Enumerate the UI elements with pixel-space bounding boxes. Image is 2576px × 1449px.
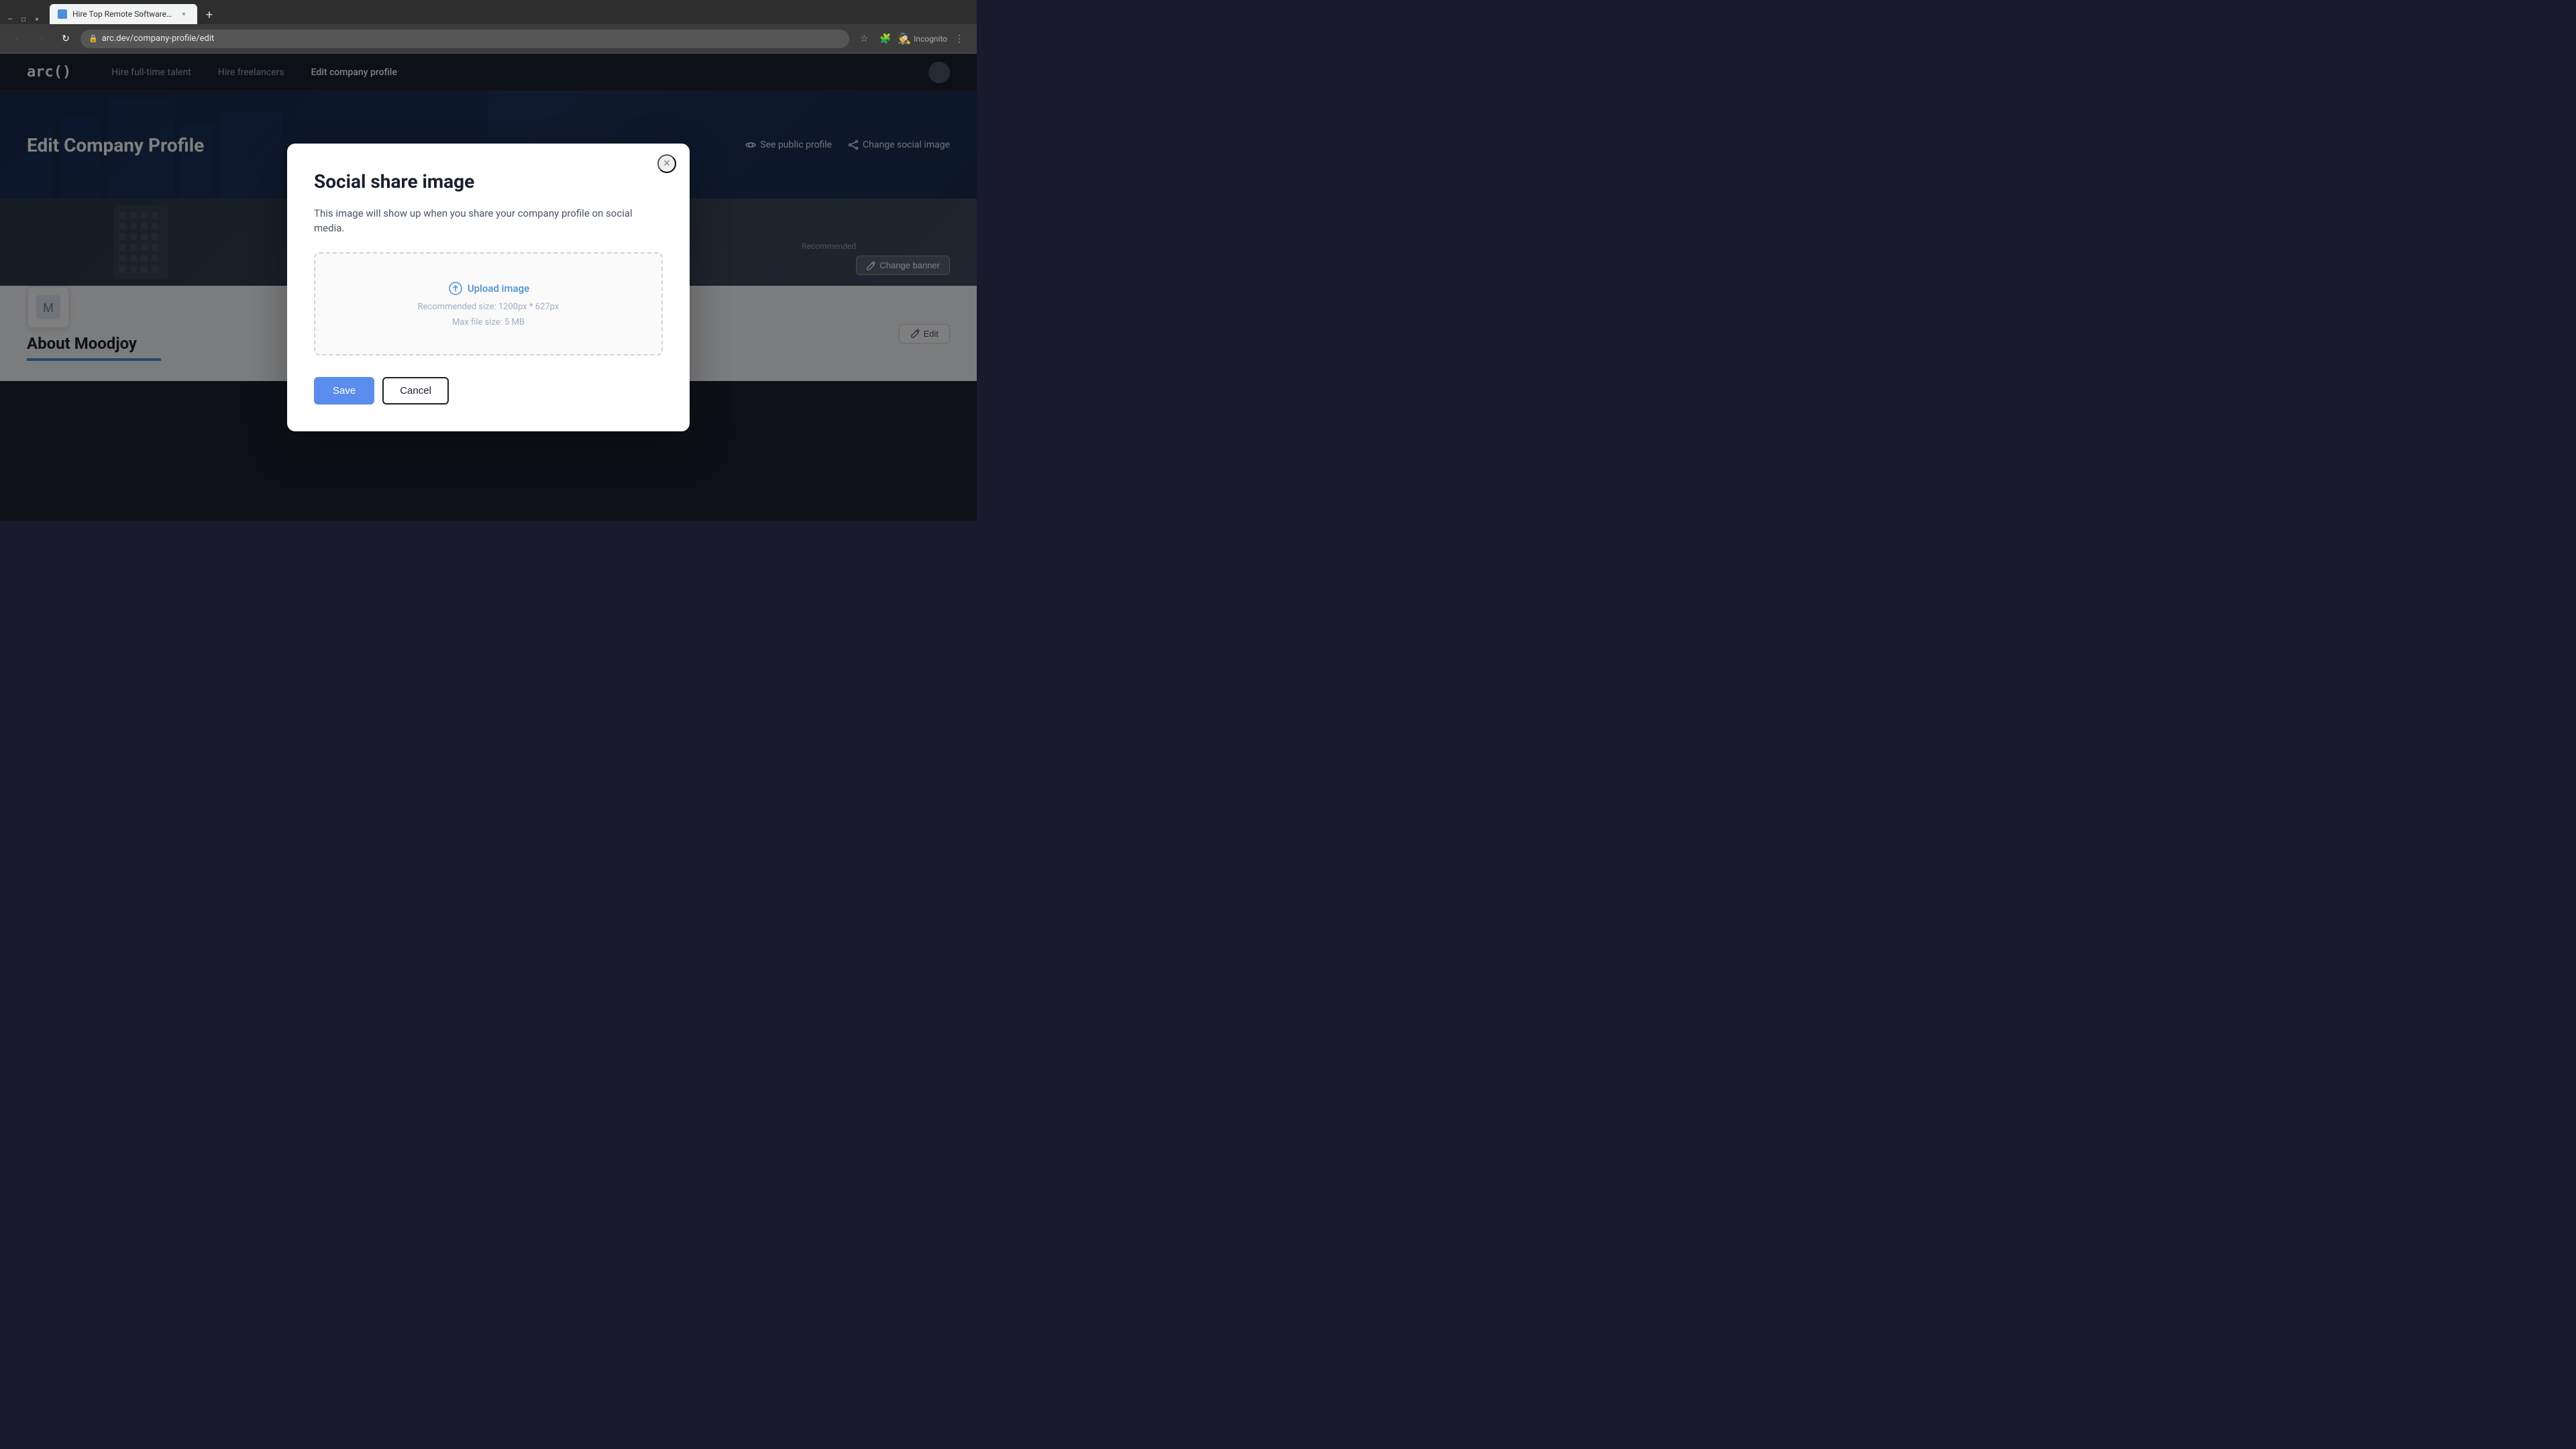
lock-icon: 🔒 (89, 34, 98, 43)
menu-button[interactable]: ⋮ (950, 30, 969, 48)
maximize-button[interactable]: □ (19, 15, 28, 24)
modal-title: Social share image (314, 170, 663, 193)
url-input[interactable]: 🔒 arc.dev/company-profile/edit (80, 30, 849, 48)
new-tab-button[interactable]: + (200, 5, 219, 24)
modal-actions: Save Cancel (314, 377, 663, 405)
extensions-button[interactable]: 🧩 (876, 30, 895, 48)
forward-button[interactable]: › (32, 30, 51, 48)
image-upload-zone[interactable]: Upload image Recommended size: 1200px * … (314, 252, 663, 356)
upload-icon (447, 280, 464, 297)
modal-overlay: × Social share image This image will sho… (0, 54, 977, 521)
upload-link[interactable]: Upload image (447, 280, 529, 297)
modal-close-button[interactable]: × (657, 154, 676, 173)
tab-close-button[interactable]: × (178, 9, 189, 19)
modal-description: This image will show up when you share y… (314, 206, 663, 236)
tab-favicon (58, 9, 67, 19)
active-tab[interactable]: Hire Top Remote Software Dev... × (50, 4, 197, 24)
minimize-button[interactable]: — (5, 15, 15, 24)
tab-bar: — □ × Hire Top Remote Software Dev... × … (0, 0, 977, 24)
reload-button[interactable]: ↻ (56, 30, 75, 48)
max-file-size-text: Max file size: 5 MB (452, 317, 525, 327)
browser-chrome: — □ × Hire Top Remote Software Dev... × … (0, 0, 977, 54)
address-bar: ‹ › ↻ 🔒 arc.dev/company-profile/edit ☆ 🧩… (0, 24, 977, 54)
back-button[interactable]: ‹ (8, 30, 27, 48)
window-controls: — □ × (5, 15, 42, 24)
incognito-badge: 🕵️ Incognito (898, 32, 947, 45)
page-content: arc() Hire full-time talent Hire freelan… (0, 54, 977, 521)
url-text: arc.dev/company-profile/edit (102, 34, 215, 44)
recommended-size-text: Recommended size: 1200px * 627px (418, 302, 559, 312)
address-actions: ☆ 🧩 🕵️ Incognito ⋮ (855, 30, 969, 48)
social-share-image-modal: × Social share image This image will sho… (287, 144, 690, 431)
cancel-button[interactable]: Cancel (382, 377, 449, 405)
tab-title: Hire Top Remote Software Dev... (72, 9, 173, 19)
save-button[interactable]: Save (314, 377, 374, 405)
bookmark-button[interactable]: ☆ (855, 30, 873, 48)
close-window-button[interactable]: × (32, 15, 42, 24)
